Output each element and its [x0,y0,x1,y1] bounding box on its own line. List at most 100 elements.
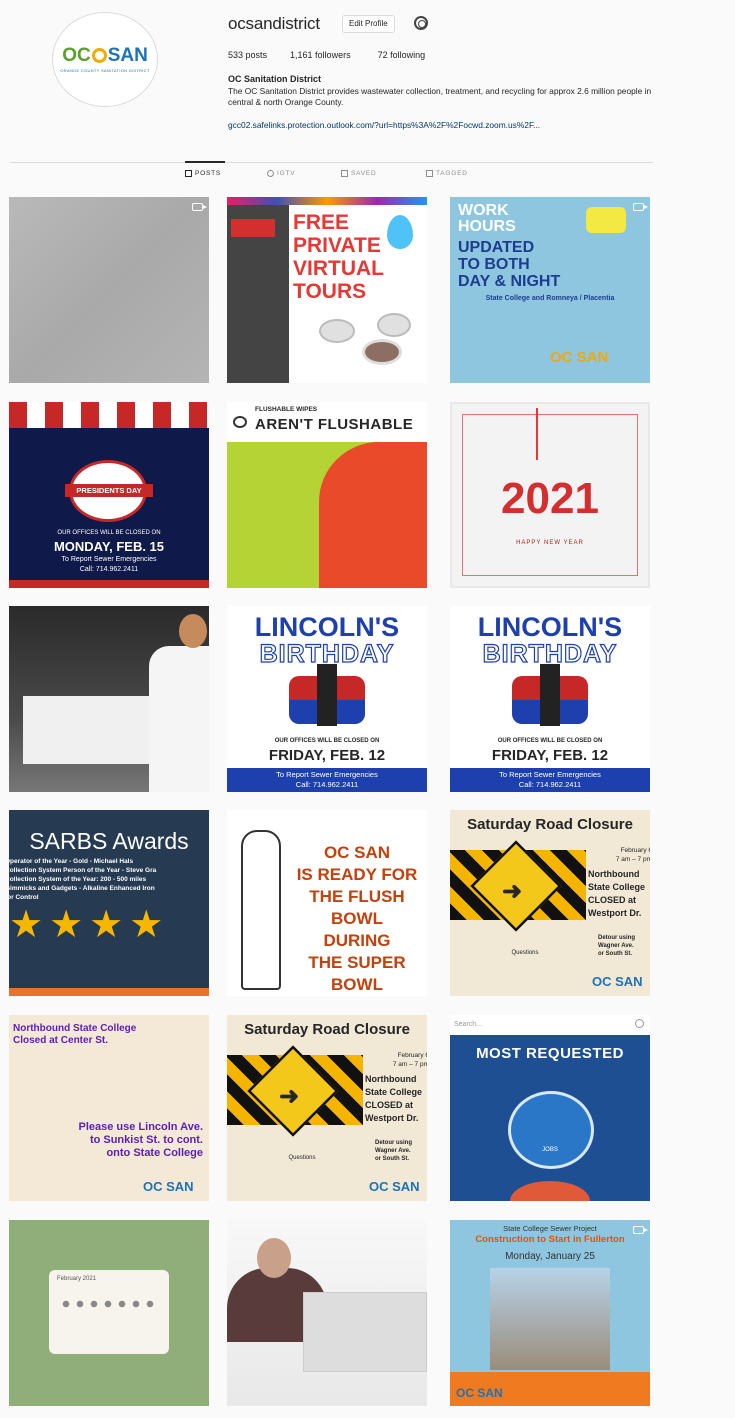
post-text: Monday, January 25 [505,1251,595,1262]
construction-photo [490,1268,610,1370]
post-tile[interactable]: OC SAN IS READY FOR THE FLUSH BOWL DURIN… [227,810,427,996]
post-tile[interactable] [9,606,209,792]
profile-page: OC SAN ORANGE COUNTY SANITATION DISTRICT … [0,0,735,1418]
post-text: THE SUPER BOWL [308,953,406,994]
post-text: February 2021 [57,1276,97,1282]
post-text: State College Sewer Project [503,1224,597,1233]
tabs-divider [10,162,653,163]
post-text: To Report Sewer Emergencies [276,770,378,779]
laptop [303,1292,427,1372]
post-text: February 6 [397,1052,427,1059]
post-text: OUR OFFICES WILL BE CLOSED ON [497,738,603,744]
post-text: IS READY FOR [296,865,418,884]
post-text: 7 am – 7 pm [615,856,650,863]
search-input[interactable]: Search... [454,1021,482,1028]
post-text: Collection System Person of the Year - S… [9,867,157,874]
profile-link[interactable]: gcc02.safelinks.protection.outlook.com/?… [228,120,658,130]
post-tile[interactable]: Saturday Road Closure ➜ February 6 7 am … [227,1015,427,1201]
post-text: OC SAN [323,843,391,862]
post-tile[interactable]: FLUSHABLE WIPES AREN'T FLUSHABLE [227,402,427,588]
post-text: Northbound [365,1074,417,1084]
posts-count: 533 posts [228,50,268,60]
post-tile[interactable]: WORK HOURS UPDATED TO BOTH DAY & NIGHT S… [450,197,650,383]
post-text: TO BOTH [458,256,530,273]
edit-profile-button[interactable]: Edit Profile [342,15,395,33]
post-tile[interactable]: State College Sewer Project Construction… [450,1220,650,1406]
oc-san-logo: OC SAN [550,349,609,366]
tab-igtv[interactable]: IGTV [267,170,295,177]
right-arrow-icon: ➜ [502,878,523,905]
post-tile[interactable]: February 2021 [9,1220,209,1406]
profile-bio: The OC Sanitation District provides wast… [228,86,652,107]
post-tile[interactable]: FREE PRIVATE VIRTUAL TOURS [227,197,427,383]
tank [362,339,402,365]
post-text: OUR OFFICES WILL BE CLOSED ON [274,738,380,744]
calendar [49,1270,169,1354]
post-tile[interactable]: 2021 HAPPY NEW YEAR [450,402,650,588]
post-text: FLUSHABLE WIPES [255,406,318,413]
video-icon [192,203,207,211]
post-text: or South St. [598,951,632,957]
person-sketch [241,830,281,990]
post-tile[interactable]: PRESIDENTS DAY OUR OFFICES WILL BE CLOSE… [9,402,209,588]
post-text: Wagner Ave. [375,1148,411,1154]
tab-saved[interactable]: SAVED [341,170,377,177]
oc-san-logo: OC SAN [369,1179,420,1194]
post-text: CLOSED at [588,895,637,905]
post-text: Call: 714.962.2411 [518,780,582,789]
post-text: DURING [323,931,391,950]
scientist-photo [149,646,209,792]
post-text: Operator of the Year - Gold - Michael Ha… [9,858,134,865]
followers-count[interactable]: 1,161 followers [290,50,351,60]
post-text: Collection System of the Year: 200 - 500… [9,876,147,883]
post-text: JOBS [542,1147,558,1153]
post-tile[interactable]: LINCOLN'S BIRTHDAY OUR OFFICES WILL BE C… [450,606,650,792]
oc-san-logo: OC SAN [456,1386,503,1400]
post-text: MOST REQUESTED [476,1045,624,1062]
tag-icon [426,170,433,177]
post-text: FRIDAY, FEB. 12 [268,747,386,764]
post-tile[interactable]: Northbound State College Closed at Cente… [9,1015,209,1201]
post-tile[interactable] [9,197,209,383]
post-text: THE FLUSH BOWL [309,887,405,928]
post-text: To Report Sewer Emergencies [499,770,601,779]
post-text: Please use Lincoln Ave. [78,1121,203,1133]
post-text: Closed at Center St. [13,1035,109,1046]
following-count[interactable]: 72 following [378,50,426,60]
post-text: DAY & NIGHT [458,273,561,290]
post-text: HOURS [458,218,516,235]
search-icon [635,1019,644,1028]
post-tile[interactable]: SARBS Awards Operator of the Year - Gold… [9,810,209,996]
post-text: Gimmicks and Gadgets - Alkaline Enhanced… [9,885,155,892]
post-text: State College [365,1087,423,1097]
oc-san-logo: OC SAN [592,974,643,989]
post-text: to Sunkist St. to cont. [89,1134,203,1146]
tab-posts[interactable]: POSTS [185,170,221,177]
grid-icon [185,170,192,177]
post-text: AREN'T FLUSHABLE [255,416,414,433]
post-text: Wagner Ave. [598,943,634,949]
heart-icon [233,416,247,428]
post-tile[interactable]: LINCOLN'S BIRTHDAY OUR OFFICES WILL BE C… [227,606,427,792]
post-text: Questions [511,950,539,956]
profile-avatar[interactable]: OC SAN ORANGE COUNTY SANITATION DISTRICT [52,12,158,107]
tab-tagged[interactable]: TAGGED [426,170,468,177]
post-text: 2021 [501,474,599,523]
post-text: OUR OFFICES WILL BE CLOSED ON [57,530,161,536]
post-text: Northbound [588,869,640,879]
tank [319,319,355,343]
post-text: VIRTUAL [293,257,384,280]
post-tile[interactable]: Search... MOST REQUESTED JOBS [450,1015,650,1201]
post-text: or South St. [375,1156,409,1162]
profile-stats: 533 posts 1,161 followers 72 following [228,50,425,60]
post-text: MONDAY, FEB. 15 [53,539,165,554]
post-tile[interactable] [227,1220,427,1406]
water-drop-mascot [387,215,413,249]
jobs-circle [508,1091,594,1169]
bookmark-icon [341,170,348,177]
post-text: onto State College [106,1147,203,1159]
settings-gear-icon[interactable] [414,16,428,30]
post-text: Detour using [598,935,635,941]
post-tile[interactable]: Saturday Road Closure ➜ February 6 7 am … [450,810,650,996]
post-text: SARBS Awards [29,828,189,854]
